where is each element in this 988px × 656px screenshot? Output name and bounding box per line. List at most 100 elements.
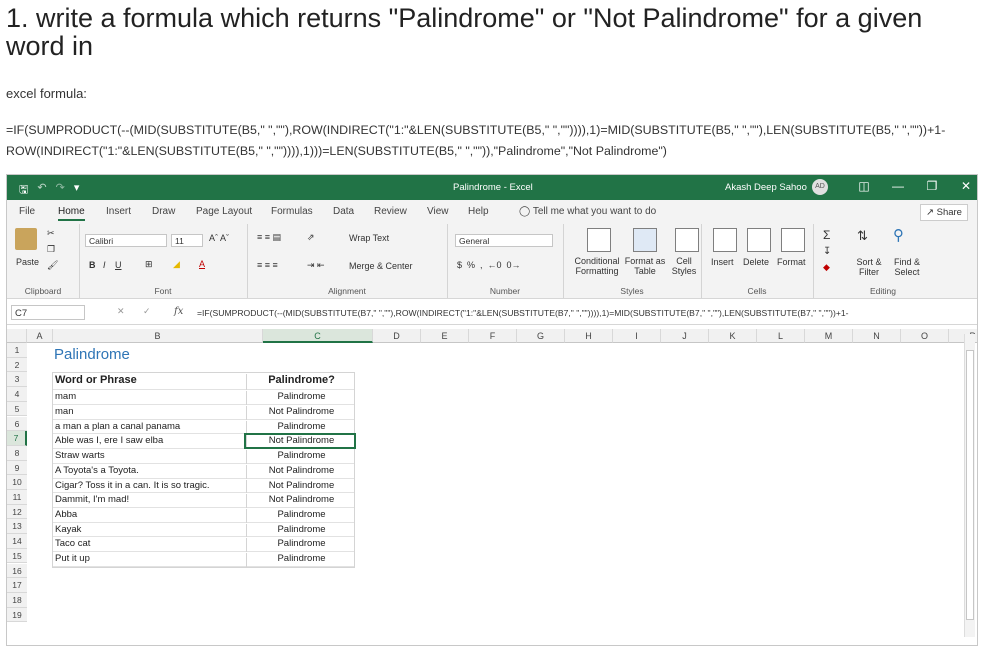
format-button[interactable]: Format (777, 257, 806, 267)
word-cell[interactable]: Cigar? Toss it in a can. It is so tragic… (55, 480, 210, 491)
row-header[interactable]: 7 (7, 431, 27, 446)
undo-icon[interactable]: ↶ (37, 181, 46, 200)
format-as-table-button[interactable]: Format as Table (623, 256, 667, 276)
row-header[interactable]: 1 (7, 343, 27, 358)
word-cell[interactable]: Able was I, ere I saw elba (55, 435, 163, 446)
result-cell[interactable]: Not Palindrome (246, 406, 356, 420)
tab-draw[interactable]: Draw (152, 206, 175, 217)
column-header[interactable]: K (709, 329, 757, 343)
orientation-icon[interactable]: ⇗ (307, 232, 315, 243)
row-header[interactable]: 6 (7, 416, 27, 432)
result-cell[interactable]: Palindrome (246, 450, 356, 464)
row-header[interactable]: 9 (7, 460, 27, 476)
column-header[interactable]: H (565, 329, 613, 343)
result-cell[interactable]: Not Palindrome (246, 494, 356, 508)
row-header[interactable]: 4 (7, 387, 27, 402)
row-header[interactable]: 15 (7, 548, 27, 564)
column-header[interactable]: N (853, 329, 901, 343)
format-as-table-icon[interactable] (633, 228, 657, 252)
column-header[interactable]: J (661, 329, 709, 343)
indent-icons[interactable]: ⇥ ⇤ (307, 260, 325, 271)
formula-bar-input[interactable]: =IF(SUMPRODUCT(--(MID(SUBSTITUTE(B7," ",… (197, 308, 957, 318)
avatar[interactable]: AD (812, 179, 828, 195)
insert-function-icon[interactable]: fx (174, 306, 183, 317)
worksheet-grid[interactable]: ABCDEFGHIJKLMNOP123456789101112131415161… (7, 329, 977, 645)
align-icons[interactable]: ≡ ≡ ≡ (257, 260, 278, 270)
vertical-scrollbar[interactable] (964, 334, 975, 637)
underline-icon[interactable]: U (115, 260, 122, 270)
minimize-icon[interactable]: — (881, 179, 915, 193)
number-format-select[interactable]: General (455, 234, 553, 247)
tab-view[interactable]: View (427, 206, 449, 217)
word-cell[interactable]: Put it up (55, 553, 90, 564)
delete-button[interactable]: Delete (743, 257, 769, 267)
share-button[interactable]: ↗ Share (920, 204, 968, 221)
delete-cells-icon[interactable] (747, 228, 771, 252)
result-cell[interactable]: Palindrome (246, 391, 356, 406)
paste-button[interactable]: Paste (16, 257, 39, 267)
tab-file[interactable]: File (19, 206, 35, 217)
number-format-icons[interactable]: $ % , ←0 0→ (457, 260, 521, 270)
find-select-button[interactable]: Find & Select (887, 257, 927, 277)
column-header[interactable]: F (469, 329, 517, 343)
column-header[interactable]: M (805, 329, 853, 343)
fill-icon[interactable]: ↧ (823, 246, 831, 257)
row-header[interactable]: 16 (7, 563, 27, 579)
cell-styles-icon[interactable] (675, 228, 699, 252)
column-header[interactable]: A (27, 329, 53, 343)
row-header[interactable]: 2 (7, 357, 27, 373)
row-header[interactable]: 11 (7, 490, 27, 505)
name-box[interactable]: C7 (11, 305, 85, 320)
result-cell[interactable]: Not Palindrome (246, 479, 356, 494)
tab-data[interactable]: Data (333, 206, 354, 217)
header-word-or-phrase[interactable]: Word or Phrase (55, 374, 137, 386)
sort-filter-icon[interactable]: ⇅ (857, 228, 868, 244)
tab-page-layout[interactable]: Page Layout (196, 206, 252, 217)
cancel-icon[interactable]: ✕ (117, 306, 125, 317)
border-icon[interactable]: ⊞ (145, 259, 153, 270)
cell-styles-button[interactable]: Cell Styles (669, 256, 699, 276)
row-header[interactable]: 12 (7, 504, 27, 520)
row-header[interactable]: 8 (7, 445, 27, 461)
column-header[interactable]: O (901, 329, 949, 343)
tell-me-search[interactable]: ◯ Tell me what you want to do (519, 206, 656, 217)
row-header[interactable]: 17 (7, 578, 27, 593)
format-cells-icon[interactable] (781, 228, 805, 252)
ribbon-display-icon[interactable]: ◫ (847, 179, 881, 193)
conditional-formatting-button[interactable]: Conditional Formatting (567, 256, 627, 276)
customize-qat-icon[interactable]: ▾ (74, 181, 80, 200)
save-icon[interactable]: 🖫 (19, 181, 28, 200)
clear-icon[interactable]: ◆ (823, 262, 830, 273)
insert-cells-icon[interactable] (713, 228, 737, 252)
result-cell[interactable]: Palindrome (246, 552, 356, 567)
merge-center-button[interactable]: Merge & Center (349, 261, 413, 271)
word-cell[interactable]: A Toyota's a Toyota. (55, 465, 139, 476)
paste-icon[interactable] (15, 228, 37, 250)
autosum-icon[interactable]: Σ (823, 228, 830, 242)
select-all[interactable] (7, 329, 27, 343)
word-cell[interactable]: Straw warts (55, 450, 105, 461)
scrollbar-thumb[interactable] (966, 350, 974, 620)
result-cell[interactable]: Palindrome (246, 508, 356, 523)
row-header[interactable]: 18 (7, 592, 27, 608)
sort-filter-button[interactable]: Sort & Filter (849, 257, 889, 277)
result-cell[interactable]: Palindrome (246, 538, 356, 552)
column-header[interactable]: B (53, 329, 263, 343)
result-cell[interactable]: Not Palindrome (246, 464, 356, 479)
conditional-formatting-icon[interactable] (587, 228, 611, 252)
header-palindrome[interactable]: Palindrome? (246, 374, 356, 391)
column-header[interactable]: G (517, 329, 565, 343)
close-icon[interactable]: ✕ (949, 179, 977, 193)
tab-insert[interactable]: Insert (106, 206, 131, 217)
bold-icon[interactable]: B (89, 260, 96, 270)
find-icon[interactable]: ⚲ (893, 226, 904, 244)
column-header[interactable]: C (263, 329, 373, 343)
column-header[interactable]: L (757, 329, 805, 343)
word-cell[interactable]: man (55, 406, 73, 417)
column-header[interactable]: D (373, 329, 421, 343)
format-painter-icon[interactable]: 🖌 (47, 260, 58, 271)
column-header[interactable]: I (613, 329, 661, 343)
font-color-icon[interactable]: A (199, 259, 205, 269)
result-cell[interactable]: Palindrome (246, 523, 356, 538)
word-cell[interactable]: Taco cat (55, 538, 90, 549)
